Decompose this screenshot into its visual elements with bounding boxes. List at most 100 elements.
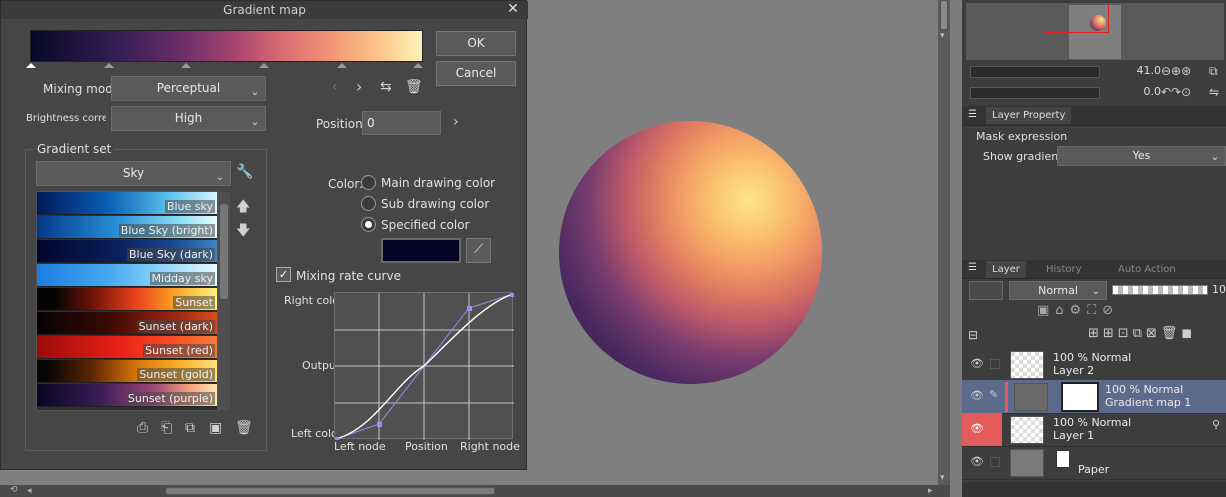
layer-lock-highlight[interactable] bbox=[982, 413, 1002, 446]
position-input[interactable]: 0 bbox=[362, 111, 441, 135]
previous-node-icon[interactable]: ‹ bbox=[332, 79, 338, 95]
add-gradient-icon[interactable]: ▣ bbox=[209, 420, 222, 436]
main-drawing-color-radio[interactable] bbox=[361, 175, 376, 190]
import-gradient-icon[interactable]: ⎙ bbox=[137, 420, 148, 436]
specified-color-swatch[interactable] bbox=[381, 238, 461, 263]
scroll-right-icon[interactable]: ▸ bbox=[928, 486, 933, 496]
color-label: Color: bbox=[328, 177, 364, 191]
swatch-item[interactable]: Blue sky bbox=[37, 192, 217, 215]
gradient-set-select[interactable]: Sky ⌄ bbox=[36, 161, 231, 186]
flip-icon[interactable]: ⇋ bbox=[1209, 85, 1219, 99]
swatch-item[interactable]: Sunset (red) bbox=[37, 336, 217, 359]
layer-lock-box[interactable] bbox=[990, 457, 1000, 467]
swatch-item[interactable]: Sunset (purple) bbox=[37, 384, 217, 407]
swatch-item[interactable]: Midday sky bbox=[37, 264, 217, 287]
canvas-vertical-scrollbar[interactable]: ▾ ▾ bbox=[938, 0, 950, 485]
gradient-node-marker[interactable] bbox=[413, 63, 423, 68]
close-icon[interactable]: ✕ bbox=[506, 1, 520, 19]
layer-options-icon[interactable]: ⊟ bbox=[968, 328, 978, 342]
eyedropper-icon[interactable]: ⟋ bbox=[466, 238, 491, 263]
scroll-down-icon[interactable]: ▾ bbox=[940, 31, 945, 41]
specified-color-label: Specified color bbox=[381, 218, 470, 232]
eye-icon[interactable]: 👁 bbox=[970, 357, 984, 370]
blend-mode-select[interactable]: Normal ⌄ bbox=[1009, 281, 1107, 300]
gradient-node-marker[interactable] bbox=[259, 63, 269, 68]
next-node-icon[interactable]: › bbox=[356, 77, 362, 96]
swatch-item[interactable]: Blue Sky (bright) bbox=[37, 216, 217, 239]
mixing-mode-select[interactable]: Perceptual ⌄ bbox=[111, 76, 266, 101]
position-spin-icon[interactable]: › bbox=[453, 114, 459, 130]
swatch-item[interactable]: Sunset (gold) bbox=[37, 360, 217, 383]
tab-layer[interactable]: Layer bbox=[986, 261, 1026, 278]
tab-auto-action[interactable]: Auto Action bbox=[1118, 264, 1176, 275]
gradient-node-marker[interactable] bbox=[26, 63, 36, 68]
layer-row-selected[interactable]: 👁 ✎ 100 % Normal Gradient map 1 bbox=[962, 380, 1226, 414]
rotate-view-icon[interactable]: ⟲ bbox=[10, 485, 18, 495]
rotate-controls-icon[interactable]: ↶↷⊙ bbox=[1161, 85, 1191, 99]
mixing-rate-curve-checkbox[interactable]: ✓ bbox=[276, 267, 291, 282]
tab-layer-property[interactable]: Layer Property bbox=[986, 107, 1072, 124]
layer-action-icons[interactable]: ⊞⊞⊡⧉⊠🗑◼ bbox=[1088, 326, 1224, 344]
export-gradient-icon[interactable]: ⎗ bbox=[161, 420, 172, 436]
cancel-button[interactable]: Cancel bbox=[436, 61, 516, 86]
layer-tabbar: ☰ Layer History Auto Action bbox=[962, 260, 1226, 279]
layer-row[interactable]: 👁 100 % Normal Layer 2 bbox=[962, 348, 1226, 382]
wrench-icon[interactable]: 🔧 bbox=[236, 164, 253, 180]
flip-node-icon[interactable]: ⇆ bbox=[380, 79, 392, 95]
zoom-value: 41.0 bbox=[1136, 64, 1162, 77]
move-up-icon[interactable]: 🡅 bbox=[236, 196, 250, 220]
eye-icon[interactable]: 👁 bbox=[970, 389, 984, 402]
gradient-node-marker[interactable] bbox=[181, 63, 191, 68]
mask-thumbnail[interactable] bbox=[1061, 382, 1099, 412]
layer-name: Paper bbox=[1078, 463, 1110, 476]
rotate-slider[interactable] bbox=[970, 87, 1100, 99]
move-down-icon[interactable]: 🡇 bbox=[236, 220, 250, 244]
layer-property-tabbar: ☰ Layer Property bbox=[962, 106, 1226, 126]
swatch-item[interactable]: Sunset bbox=[37, 288, 217, 311]
mixing-rate-curve-graph[interactable] bbox=[334, 292, 514, 440]
scroll-left-icon[interactable]: ◂ bbox=[27, 486, 32, 496]
pencil-icon[interactable]: ✎ bbox=[989, 388, 998, 401]
trash-icon[interactable]: 🗑 bbox=[235, 420, 253, 436]
brightness-correction-value: High bbox=[174, 111, 203, 125]
swatch-label: Blue Sky (dark) bbox=[126, 248, 215, 261]
eye-icon[interactable]: 👁 bbox=[970, 422, 984, 435]
eye-icon[interactable]: 👁 bbox=[970, 455, 984, 468]
layer-opacity-mode: 100 % Normal bbox=[1105, 383, 1184, 396]
gradient-preview-bar[interactable] bbox=[30, 30, 423, 62]
layer-name: Gradient map 1 bbox=[1105, 396, 1192, 409]
swatch-list-scrollbar[interactable] bbox=[218, 192, 230, 410]
scroll-down-icon[interactable]: ▾ bbox=[940, 473, 945, 483]
sub-drawing-color-radio[interactable] bbox=[361, 196, 376, 211]
scrollbar-thumb[interactable] bbox=[940, 0, 948, 30]
canvas-horizontal-scrollbar[interactable]: ⟲ ◂ ▸ bbox=[0, 485, 950, 497]
zoom-slider[interactable] bbox=[970, 66, 1100, 78]
trash-icon[interactable]: 🗑 bbox=[405, 79, 423, 95]
gradient-node-marker[interactable] bbox=[104, 63, 114, 68]
opacity-slider[interactable] bbox=[1112, 285, 1208, 295]
swatch-label: Sunset bbox=[173, 296, 215, 309]
ok-button[interactable]: OK bbox=[436, 31, 516, 56]
swatch-item[interactable]: Sunset (dark) bbox=[37, 312, 217, 335]
swatch-item[interactable]: Blue Sky (dark) bbox=[37, 240, 217, 263]
show-gradients-select[interactable]: Yes ⌄ bbox=[1057, 146, 1226, 166]
layer-color-select[interactable] bbox=[969, 281, 1003, 300]
menu-icon[interactable]: ☰ bbox=[968, 262, 977, 273]
gradient-node-marker[interactable] bbox=[337, 63, 347, 68]
specified-color-radio[interactable] bbox=[361, 217, 376, 232]
dialog-title: Gradient map bbox=[1, 1, 528, 19]
brightness-correction-select[interactable]: High ⌄ bbox=[111, 106, 266, 131]
layer-row[interactable]: 👁 100 % Normal Layer 1 ⚲ bbox=[962, 413, 1226, 447]
scrollbar-thumb[interactable] bbox=[165, 487, 495, 495]
zoom-controls-icon[interactable]: ⊖⊕⊛ bbox=[1161, 64, 1191, 78]
layer-lock-icons[interactable]: ▣⌂⚙⛶⊘ bbox=[1037, 303, 1224, 321]
layer-row[interactable]: 👁 Paper bbox=[962, 446, 1226, 480]
duplicate-gradient-icon[interactable]: ⧉ bbox=[185, 420, 195, 436]
curve-svg[interactable] bbox=[335, 293, 514, 440]
scrollbar-thumb[interactable] bbox=[220, 204, 228, 299]
tab-history[interactable]: History bbox=[1046, 264, 1082, 275]
navigator-view-frame[interactable] bbox=[1043, 3, 1109, 33]
fit-view-icon[interactable]: ⧉ bbox=[1209, 64, 1218, 79]
layer-lock-box[interactable] bbox=[990, 359, 1000, 369]
menu-icon[interactable]: ☰ bbox=[968, 109, 977, 120]
